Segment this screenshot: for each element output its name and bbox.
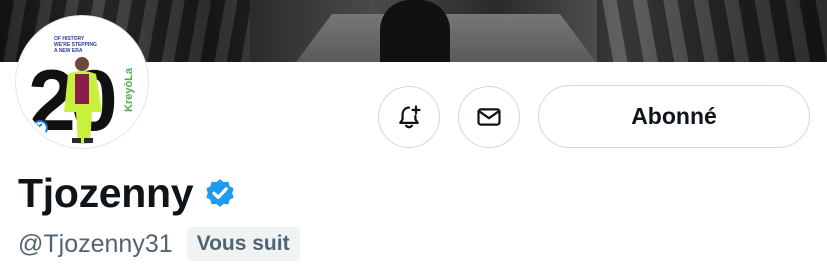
envelope-icon [477,108,501,126]
message-button[interactable] [458,86,520,148]
user-handle: @Tjozenny31 [18,229,173,258]
display-name: Tjozenny [18,169,194,216]
following-button[interactable]: Abonné [538,85,810,148]
display-name-row: Tjozenny [18,168,237,218]
avatar-artwork: OF HISTORY WE'RE STEPPING A NEW ERA 20 K… [20,20,144,144]
notifications-button[interactable] [378,86,440,148]
avatar-logo-brand: KreyòLa [123,67,135,112]
follows-you-badge: Vous suit [186,227,300,261]
banner-figure [380,0,450,62]
profile-avatar[interactable]: OF HISTORY WE'RE STEPPING A NEW ERA 20 K… [16,16,148,148]
handle-row: @Tjozenny31 Vous suit [18,226,300,262]
bell-plus-icon [399,105,421,129]
banner-crowd-right [597,0,827,62]
avatar-corner-logo [32,120,48,136]
verified-badge-icon[interactable] [203,177,237,211]
